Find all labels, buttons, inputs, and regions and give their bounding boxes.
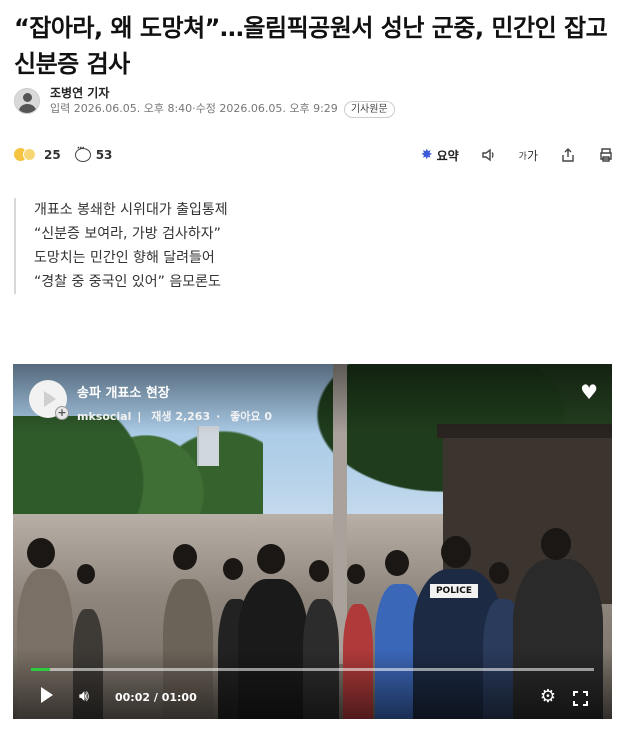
fullscreen-icon[interactable] [573, 691, 588, 706]
byline-text: 조병연 기자 입력 2026.06.05. 오후 8:40 · 수정 2026.… [50, 85, 395, 118]
article-dates: 입력 2026.06.05. 오후 8:40 · 수정 2026.06.05. … [50, 100, 395, 118]
speaker-icon [481, 148, 494, 162]
tts-button[interactable] [481, 147, 497, 163]
reaction-button[interactable]: 25 [14, 147, 61, 163]
subhead-line: “신분증 보여라, 가방 검사하자” [34, 226, 221, 242]
reporter-avatar[interactable] [14, 88, 40, 114]
font-size-button[interactable]: 가가 [519, 147, 538, 164]
video-time: 00:02 / 01:00 [115, 691, 197, 704]
subscribe-plus-icon[interactable]: + [55, 406, 69, 420]
video-progress-bar[interactable] [31, 668, 594, 671]
modified-date: 수정 2026.06.05. 오후 9:29 [195, 102, 338, 115]
article-subheads: 개표소 봉쇄한 시위대가 출입통제 “신분증 보여라, 가방 검사하자” 도망치… [14, 198, 228, 294]
print-icon [600, 148, 612, 162]
meta-dot: · [216, 410, 221, 423]
police-vest-label: POLICE [430, 584, 478, 598]
heart-icon[interactable]: ♥ [580, 382, 598, 402]
video-controls [13, 649, 612, 719]
comment-count: 53 [95, 148, 113, 162]
like-count: 좋아요 0 [230, 410, 272, 423]
toolbar-right: ✸ 요약 가가 [399, 147, 614, 164]
video-title[interactable]: 송파 개표소 현장 [77, 382, 170, 401]
subhead-line: 도망치는 민간인 향해 달려들어 [34, 250, 215, 266]
channel-name[interactable]: mksocial [77, 410, 131, 423]
gear-icon[interactable]: ⚙ [540, 686, 556, 707]
print-button[interactable] [598, 147, 614, 163]
video-player[interactable]: POLICE + 송파 개표소 현장 mksocial | 재생 2,263 · 좋… [13, 364, 612, 719]
share-button[interactable] [560, 147, 576, 163]
view-count: 재생 2,263 [151, 410, 211, 423]
video-meta: mksocial | 재생 2,263 · 좋아요 0 [77, 408, 278, 424]
reaction-count: 25 [44, 148, 61, 162]
comment-button[interactable]: 53 [74, 144, 113, 162]
font-size-label: 가 [526, 148, 538, 163]
meta-separator: | [137, 410, 142, 423]
article-headline: “잡아라, 왜 도망쳐”…올림픽공원서 성난 군중, 민간인 잡고 신분증 검사 [14, 14, 608, 78]
subhead-line: “경찰 중 중국인 있어” 음모론도 [34, 274, 221, 290]
duration: 01:00 [161, 691, 197, 704]
current-time: 00:02 [115, 691, 151, 704]
share-icon [562, 148, 574, 162]
published-date: 입력 2026.06.05. 오후 8:40 [50, 102, 193, 115]
emoji-reaction-icon [14, 147, 40, 163]
channel-play-icon [43, 391, 56, 407]
original-article-button[interactable]: 기사원문 [343, 100, 395, 118]
time-separator: / [153, 691, 162, 704]
subhead-line: 개표소 봉쇄한 시위대가 출입통제 [34, 202, 228, 218]
volume-icon[interactable]: 🔊︎ [79, 686, 89, 706]
font-size-icon: 가 [518, 152, 527, 162]
summary-button[interactable]: ✸ 요약 [421, 147, 459, 164]
video-progress-fill [31, 668, 50, 671]
sparkle-summary-icon: ✸ [420, 147, 433, 163]
reporter-name[interactable]: 조병연 기자 [50, 85, 395, 101]
summary-label: 요약 [436, 148, 459, 163]
comment-bubble-icon [74, 144, 91, 162]
play-icon[interactable] [41, 687, 53, 703]
article-toolbar: 25 53 ✸ 요약 가가 [14, 144, 614, 166]
byline: 조병연 기자 입력 2026.06.05. 오후 8:40 · 수정 2026.… [14, 84, 395, 118]
